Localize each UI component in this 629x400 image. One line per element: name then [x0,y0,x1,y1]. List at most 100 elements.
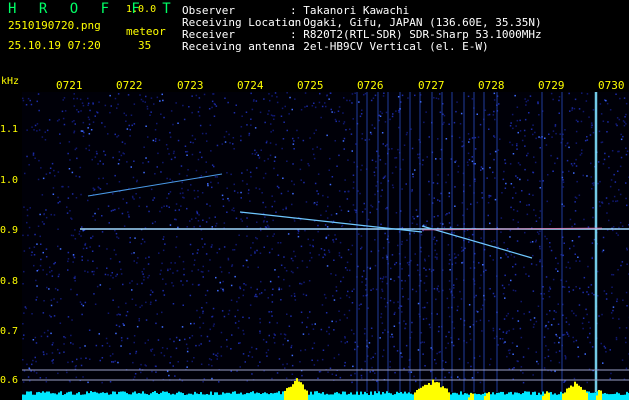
noise-speck [408,263,410,266]
noise-speck [358,304,361,306]
noise-speck [211,226,213,228]
noise-speck [222,205,225,207]
noise-speck [122,198,124,200]
noise-speck [163,205,165,207]
floor-bar [410,393,412,400]
noise-speck [246,169,248,171]
noise-speck [501,284,504,287]
noise-speck [26,209,29,211]
noise-speck [515,192,517,194]
noise-speck [411,147,414,150]
noise-speck [591,124,593,126]
noise-speck [272,219,274,222]
noise-speck [155,365,157,368]
noise-speck [424,365,426,367]
noise-speck [87,259,89,262]
noise-speck [213,165,215,168]
floor-bar [366,393,368,400]
noise-speck [616,124,618,127]
noise-speck [115,253,117,256]
noise-speck [161,262,163,265]
noise-speck [219,281,221,284]
noise-speck [284,267,286,269]
noise-speck [233,249,236,251]
noise-speck [131,280,133,282]
noise-speck [84,242,87,245]
noise-speck [166,197,168,199]
noise-speck [36,270,38,272]
noise-speck [288,113,290,115]
noise-speck [310,256,313,259]
noise-speck [395,110,397,112]
noise-speck [82,304,85,307]
floor-bar [500,391,502,400]
noise-speck [208,340,211,342]
noise-speck [329,183,332,186]
noise-speck [343,97,345,99]
floor-bar [134,391,136,400]
noise-speck [556,157,559,160]
noise-speck [96,152,98,155]
burst-bar [418,388,420,400]
noise-speck [193,226,195,228]
noise-speck [208,217,211,219]
noise-speck [494,177,496,179]
floor-bar [308,394,310,400]
noise-speck [344,179,346,181]
noise-speck [266,220,268,223]
noise-speck [146,105,149,108]
noise-speck [527,152,529,155]
noise-speck [241,172,243,174]
noise-speck [255,167,258,169]
noise-speck [365,284,367,286]
noise-speck [106,248,108,250]
noise-speck [31,251,33,253]
noise-speck [397,244,399,247]
noise-speck [164,243,166,245]
noise-speck [250,118,252,120]
noise-speck [508,283,510,286]
noise-speck [327,196,329,198]
noise-speck [262,177,265,179]
noise-speck [422,306,424,309]
floor-bar [404,391,406,400]
noise-speck [334,234,336,236]
noise-speck [604,347,607,349]
noise-speck [94,156,97,158]
noise-speck [352,174,355,176]
noise-speck [121,212,124,215]
time-tick-0727: 0727 [418,79,445,92]
noise-speck [490,240,493,243]
noise-speck [385,276,387,278]
noise-speck [391,148,393,150]
noise-speck [172,365,174,367]
noise-speck [515,125,517,127]
noise-speck [502,331,505,333]
noise-speck [239,366,241,368]
noise-speck [383,349,385,351]
noise-speck [574,210,577,212]
noise-speck [613,195,616,198]
noise-speck [618,150,620,153]
noise-speck [119,313,121,316]
noise-speck [50,304,53,307]
noise-speck [602,362,604,364]
noise-speck [448,331,450,333]
noise-speck [196,252,199,254]
noise-speck [617,170,619,172]
noise-speck [79,98,82,101]
noise-speck [436,253,438,255]
noise-speck [611,292,613,294]
noise-speck [466,161,469,164]
noise-speck [425,111,427,113]
floor-bar [168,393,170,400]
noise-speck [62,99,64,101]
noise-speck [544,137,546,139]
noise-speck [374,264,377,267]
noise-speck [199,151,201,154]
noise-speck [370,99,373,102]
noise-speck [269,280,272,283]
noise-speck [509,163,512,165]
noise-speck [157,152,159,155]
noise-speck [439,111,442,113]
